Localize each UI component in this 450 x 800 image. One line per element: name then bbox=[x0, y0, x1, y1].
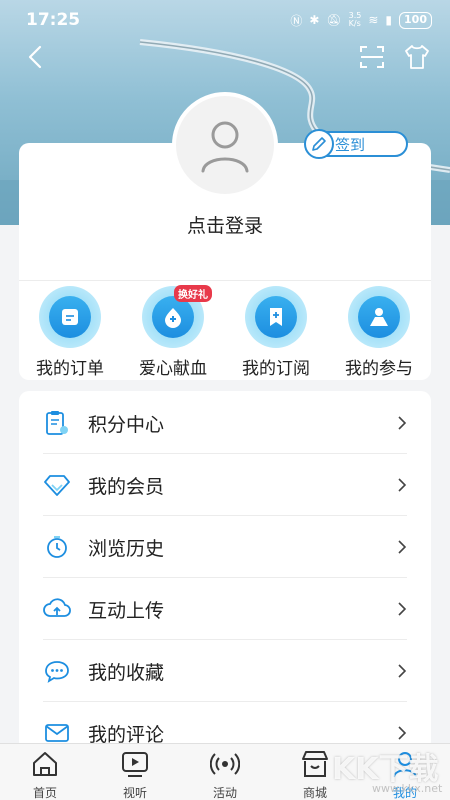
quick-action-orders[interactable]: 我的订单 bbox=[20, 286, 120, 379]
gift-badge: 换好礼 bbox=[174, 285, 212, 302]
user-icon bbox=[393, 752, 417, 778]
store-icon bbox=[302, 751, 328, 777]
menu-list: 积分中心 我的会员 浏览历史 互动上传 我的收藏 我的评论 bbox=[19, 391, 431, 751]
menu-label: 我的收藏 bbox=[88, 661, 165, 684]
network-speed-icon: 3.5 K/s bbox=[348, 11, 362, 28]
quick-action-label: 爱心献血 bbox=[139, 359, 207, 379]
quick-action-label: 我的订单 bbox=[36, 359, 104, 379]
blood-donation-icon bbox=[165, 308, 181, 328]
bluetooth-icon: ✱ bbox=[309, 13, 320, 27]
login-link[interactable]: 点击登录 bbox=[0, 211, 450, 238]
top-navigation bbox=[0, 40, 450, 74]
broadcast-icon bbox=[209, 753, 241, 775]
quick-action-participation[interactable]: 我的参与 bbox=[329, 286, 429, 379]
chevron-left-icon[interactable] bbox=[24, 44, 48, 70]
quick-action-blood-donation[interactable]: 换好礼 爱心献血 bbox=[123, 285, 223, 379]
order-icon bbox=[62, 309, 78, 325]
diamond-icon bbox=[43, 471, 71, 499]
subscription-icon bbox=[270, 308, 282, 326]
tab-label: 首页 bbox=[32, 786, 57, 800]
chevron-right-icon bbox=[398, 478, 407, 492]
status-icons: Ⓝ ✱ 🔕︎ 3.5 K/s ≋ ▮ 100 bbox=[290, 11, 432, 29]
status-bar: 17:25 Ⓝ ✱ 🔕︎ 3.5 K/s ≋ ▮ 100 bbox=[0, 0, 450, 40]
pencil-icon bbox=[304, 129, 334, 159]
user-placeholder-icon bbox=[201, 121, 249, 173]
quick-action-subscriptions[interactable]: 我的订阅 bbox=[226, 286, 326, 379]
chevron-right-icon bbox=[398, 416, 407, 430]
menu-label: 浏览历史 bbox=[88, 537, 165, 560]
quick-actions: 我的订单 换好礼 爱心献血 我的订阅 我的参与 bbox=[19, 285, 431, 380]
menu-item-points[interactable]: 积分中心 bbox=[19, 392, 431, 454]
battery-indicator: 100 bbox=[399, 11, 432, 29]
tab-mine[interactable]: 我的 bbox=[360, 744, 450, 800]
home-icon bbox=[33, 752, 57, 776]
chevron-right-icon bbox=[398, 664, 407, 678]
tab-label: 活动 bbox=[212, 786, 237, 800]
scan-icon[interactable] bbox=[358, 44, 386, 70]
quick-action-label: 我的订阅 bbox=[242, 359, 310, 379]
clock-icon bbox=[43, 533, 71, 561]
menu-item-membership[interactable]: 我的会员 bbox=[19, 454, 431, 516]
quick-action-label: 我的参与 bbox=[345, 359, 413, 379]
bottom-tab-bar: 首页 视听 活动 商城 我的 bbox=[0, 743, 450, 800]
tab-video[interactable]: 视听 bbox=[90, 744, 180, 800]
nfc-icon: Ⓝ bbox=[290, 13, 303, 28]
checkin-label: 签到 bbox=[335, 135, 366, 154]
cloud-upload-icon bbox=[43, 595, 71, 623]
menu-item-history[interactable]: 浏览历史 bbox=[19, 516, 431, 578]
tab-label: 商城 bbox=[302, 786, 327, 800]
tab-store[interactable]: 商城 bbox=[270, 744, 360, 800]
chevron-right-icon bbox=[398, 726, 407, 740]
status-time: 17:25 bbox=[26, 10, 81, 30]
menu-item-favorites[interactable]: 我的收藏 bbox=[19, 640, 431, 702]
tab-label: 视听 bbox=[122, 786, 147, 800]
wifi-icon: ≋ bbox=[368, 13, 379, 27]
points-icon bbox=[43, 409, 71, 437]
divider bbox=[19, 280, 431, 281]
video-play-icon bbox=[122, 752, 148, 777]
chevron-right-icon bbox=[398, 602, 407, 616]
chat-bubble-icon bbox=[43, 657, 71, 685]
mute-icon: 🔕︎ bbox=[326, 13, 342, 27]
tab-home[interactable]: 首页 bbox=[0, 744, 90, 800]
chevron-right-icon bbox=[398, 540, 407, 554]
shirt-icon[interactable] bbox=[404, 43, 430, 71]
menu-label: 积分中心 bbox=[88, 413, 165, 436]
participation-icon bbox=[370, 308, 388, 326]
alert-icon: ▮ bbox=[385, 13, 393, 27]
menu-item-upload[interactable]: 互动上传 bbox=[19, 578, 431, 640]
tab-label: 我的 bbox=[392, 786, 417, 800]
menu-label: 互动上传 bbox=[88, 599, 165, 622]
avatar[interactable] bbox=[172, 92, 278, 198]
menu-label: 我的会员 bbox=[88, 475, 165, 498]
tab-activity[interactable]: 活动 bbox=[180, 744, 270, 800]
